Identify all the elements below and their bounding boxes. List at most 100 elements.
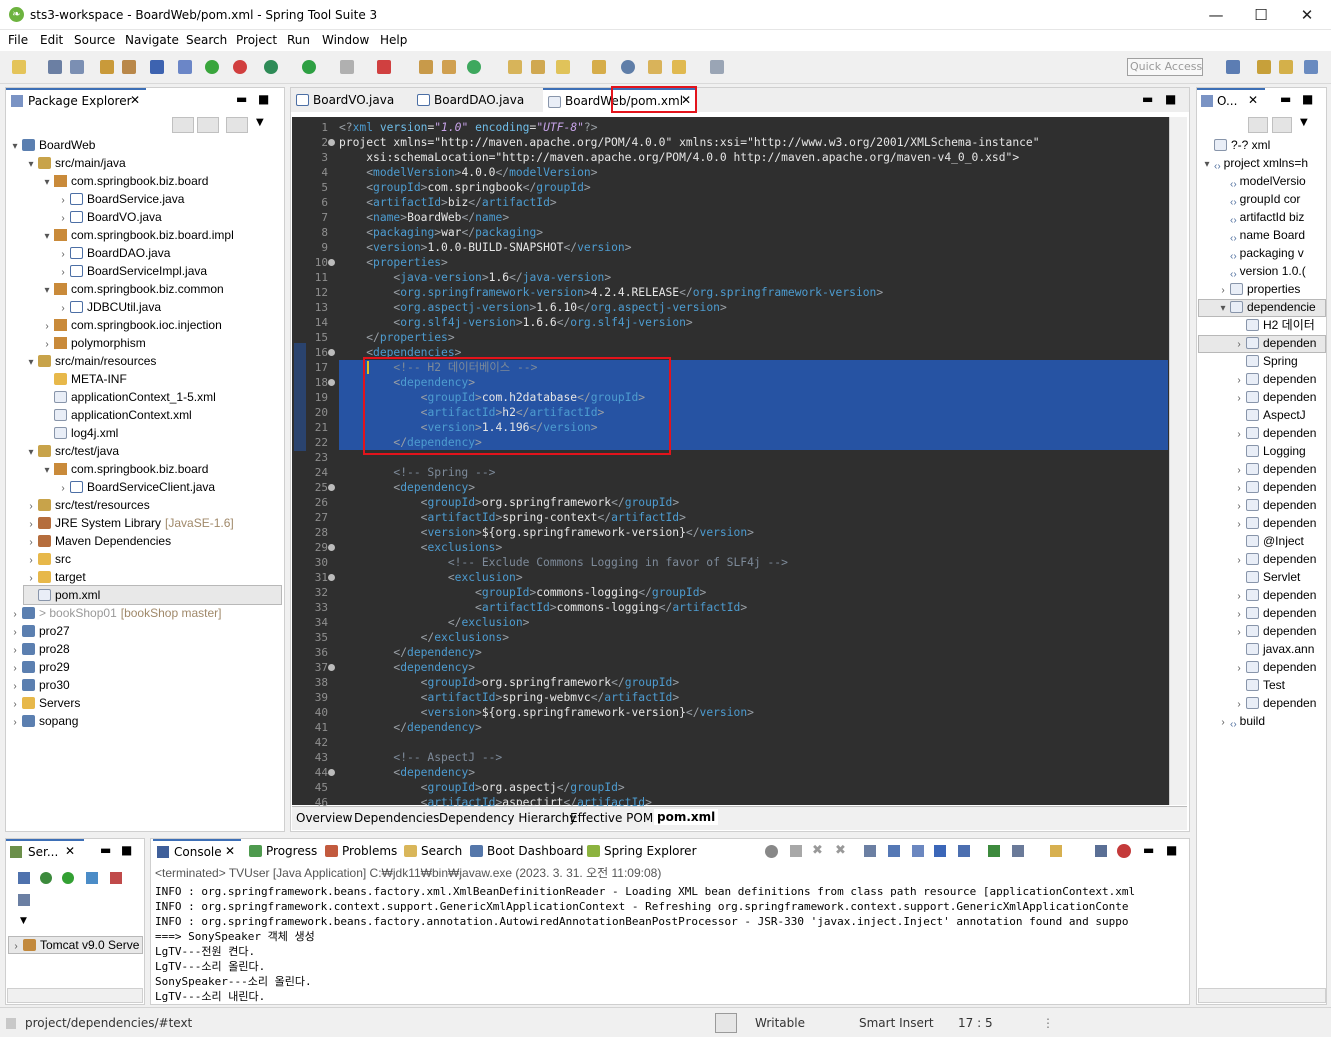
- expand-icon[interactable]: ▾: [24, 156, 38, 174]
- outline-row[interactable]: › dependen: [1232, 496, 1326, 514]
- outline-row[interactable]: ‹› modelVersio: [1216, 172, 1326, 190]
- profile-server-icon[interactable]: [86, 872, 98, 884]
- open-resource-icon[interactable]: [122, 60, 136, 74]
- expand-icon[interactable]: ▾: [40, 174, 54, 192]
- outline-row[interactable]: Servlet: [1232, 568, 1326, 586]
- outline-row[interactable]: ‹› packaging v: [1216, 244, 1326, 262]
- expand-icon[interactable]: ›: [1232, 552, 1246, 568]
- tab-boarddao[interactable]: BoardDAO.java: [414, 88, 539, 112]
- view-menu-icon[interactable]: ▼: [20, 916, 27, 926]
- pen-icon[interactable]: [556, 60, 570, 74]
- explorer-row[interactable]: ▾ BoardWeb: [8, 136, 95, 154]
- expand-icon[interactable]: ▾: [40, 228, 54, 246]
- expand-icon[interactable]: ›: [1232, 480, 1246, 496]
- fold-toggle-icon[interactable]: [328, 379, 335, 386]
- explorer-row[interactable]: › polymorphism: [40, 334, 145, 352]
- outline-row[interactable]: › dependen: [1232, 658, 1326, 676]
- console-icon[interactable]: [150, 60, 164, 74]
- expand-icon[interactable]: ›: [1232, 696, 1246, 712]
- outline-row[interactable]: ‹› name Board: [1216, 226, 1326, 244]
- word-wrap-icon[interactable]: [912, 845, 924, 857]
- package-explorer-tab[interactable]: Package Explorer ✕: [6, 88, 146, 112]
- stop-server-icon[interactable]: [110, 872, 122, 884]
- menu-source[interactable]: Source: [74, 33, 115, 47]
- outline-row[interactable]: ‹› groupId cor: [1216, 190, 1326, 208]
- expand-icon[interactable]: ›: [8, 714, 22, 732]
- tab-spring-explorer[interactable]: Spring Explorer: [587, 844, 697, 858]
- new-class-icon[interactable]: [467, 60, 481, 74]
- forward-arrow-icon[interactable]: [710, 60, 724, 74]
- fold-toggle-icon[interactable]: [328, 484, 335, 491]
- outline-row[interactable]: ▾ ‹› project xmlns=h: [1200, 154, 1326, 172]
- explorer-row[interactable]: › com.springbook.ioc.injection: [40, 316, 221, 334]
- expand-icon[interactable]: ›: [1232, 462, 1246, 478]
- tab-boardvo[interactable]: BoardVO.java: [293, 88, 413, 112]
- outline-row[interactable]: ?-? xml: [1200, 136, 1326, 154]
- explorer-row[interactable]: › JRE System Library [JavaSE-1.6]: [24, 514, 233, 532]
- debug-icon[interactable]: [264, 60, 278, 74]
- new-icon[interactable]: [12, 60, 26, 74]
- tab-boot-dashboard[interactable]: Boot Dashboard: [470, 844, 584, 858]
- scroll-lock-icon[interactable]: [864, 845, 876, 857]
- explorer-row[interactable]: ▾ src/main/java: [24, 154, 125, 174]
- outline-row[interactable]: › dependen: [1232, 622, 1326, 640]
- expand-icon[interactable]: ▾: [40, 462, 54, 480]
- tab-progress[interactable]: Progress: [249, 844, 317, 858]
- servers-tab[interactable]: Ser... ✕: [6, 839, 84, 863]
- explorer-row[interactable]: › BoardServiceClient.java: [56, 478, 215, 496]
- open-folder-icon[interactable]: [508, 60, 522, 74]
- sort-icon[interactable]: [1248, 117, 1268, 133]
- tab-pom-source[interactable]: pom.xml: [654, 809, 719, 825]
- explorer-row[interactable]: ▾ src/test/java: [24, 442, 119, 460]
- minimize-panel-icon[interactable]: ▬: [236, 92, 247, 106]
- outline-row[interactable]: › properties: [1216, 280, 1326, 298]
- fold-toggle-icon[interactable]: [328, 259, 335, 266]
- collapse-all-icon[interactable]: [172, 117, 194, 133]
- expand-icon[interactable]: ›: [9, 939, 23, 953]
- close-tab-icon[interactable]: ✕: [65, 844, 75, 858]
- expand-icon[interactable]: ▾: [8, 138, 22, 156]
- outline-row[interactable]: ‹› version 1.0.(: [1216, 262, 1326, 280]
- java-perspective-icon[interactable]: [1304, 60, 1318, 74]
- maximize-editor-icon[interactable]: ■: [1165, 92, 1176, 106]
- explorer-row[interactable]: › pro27: [8, 622, 69, 640]
- close-tab-icon[interactable]: ✕: [1248, 93, 1258, 107]
- tab-overview[interactable]: Overview: [296, 811, 353, 825]
- search-folder-icon[interactable]: [592, 60, 606, 74]
- open-type-icon[interactable]: [100, 60, 114, 74]
- outline-row[interactable]: AspectJ: [1232, 406, 1326, 424]
- external-tools-icon[interactable]: [377, 60, 391, 74]
- debug-tool-icon[interactable]: [1117, 844, 1131, 858]
- relaunch-icon[interactable]: [233, 60, 247, 74]
- show-console-stdout-icon[interactable]: [934, 845, 946, 857]
- explorer-row[interactable]: › src/test/resources: [24, 496, 149, 514]
- clear-console-icon[interactable]: [888, 845, 900, 857]
- minimize-panel-icon[interactable]: ▬: [100, 843, 111, 857]
- tab-console[interactable]: Console ✕: [153, 839, 241, 863]
- tab-dependency-hierarchy[interactable]: Dependency Hierarchy: [439, 811, 576, 825]
- open-console-icon[interactable]: [1050, 845, 1062, 857]
- tab-search[interactable]: Search: [404, 844, 462, 858]
- explorer-row[interactable]: › BoardDAO.java: [56, 244, 170, 262]
- explorer-row[interactable]: › BoardVO.java: [56, 208, 161, 226]
- last-edit-icon[interactable]: [648, 60, 662, 74]
- pin-console-icon[interactable]: [988, 845, 1000, 857]
- status-toggle-icon[interactable]: [715, 1013, 737, 1033]
- outline-row[interactable]: @Inject: [1232, 532, 1326, 550]
- explorer-row[interactable]: › target: [24, 568, 85, 586]
- outline-row[interactable]: › dependen: [1232, 586, 1326, 604]
- show-console-stderr-icon[interactable]: [958, 845, 970, 857]
- minimize-editor-icon[interactable]: ▬: [1142, 92, 1153, 106]
- expand-icon[interactable]: ›: [1232, 606, 1246, 622]
- globe-icon[interactable]: [621, 60, 635, 74]
- fold-toggle-icon[interactable]: [328, 139, 335, 146]
- menu-search[interactable]: Search: [186, 33, 227, 47]
- outline-row[interactable]: Test: [1232, 676, 1326, 694]
- outline-row[interactable]: › dependen: [1232, 514, 1326, 532]
- maximize-panel-icon[interactable]: ■: [121, 843, 132, 857]
- expand-icon[interactable]: ›: [1232, 498, 1246, 514]
- open-perspective-icon[interactable]: [1226, 60, 1240, 74]
- close-tab-icon[interactable]: ✕: [130, 93, 140, 107]
- explorer-row[interactable]: log4j.xml: [40, 424, 118, 442]
- maximize-icon[interactable]: ☐: [1252, 6, 1270, 24]
